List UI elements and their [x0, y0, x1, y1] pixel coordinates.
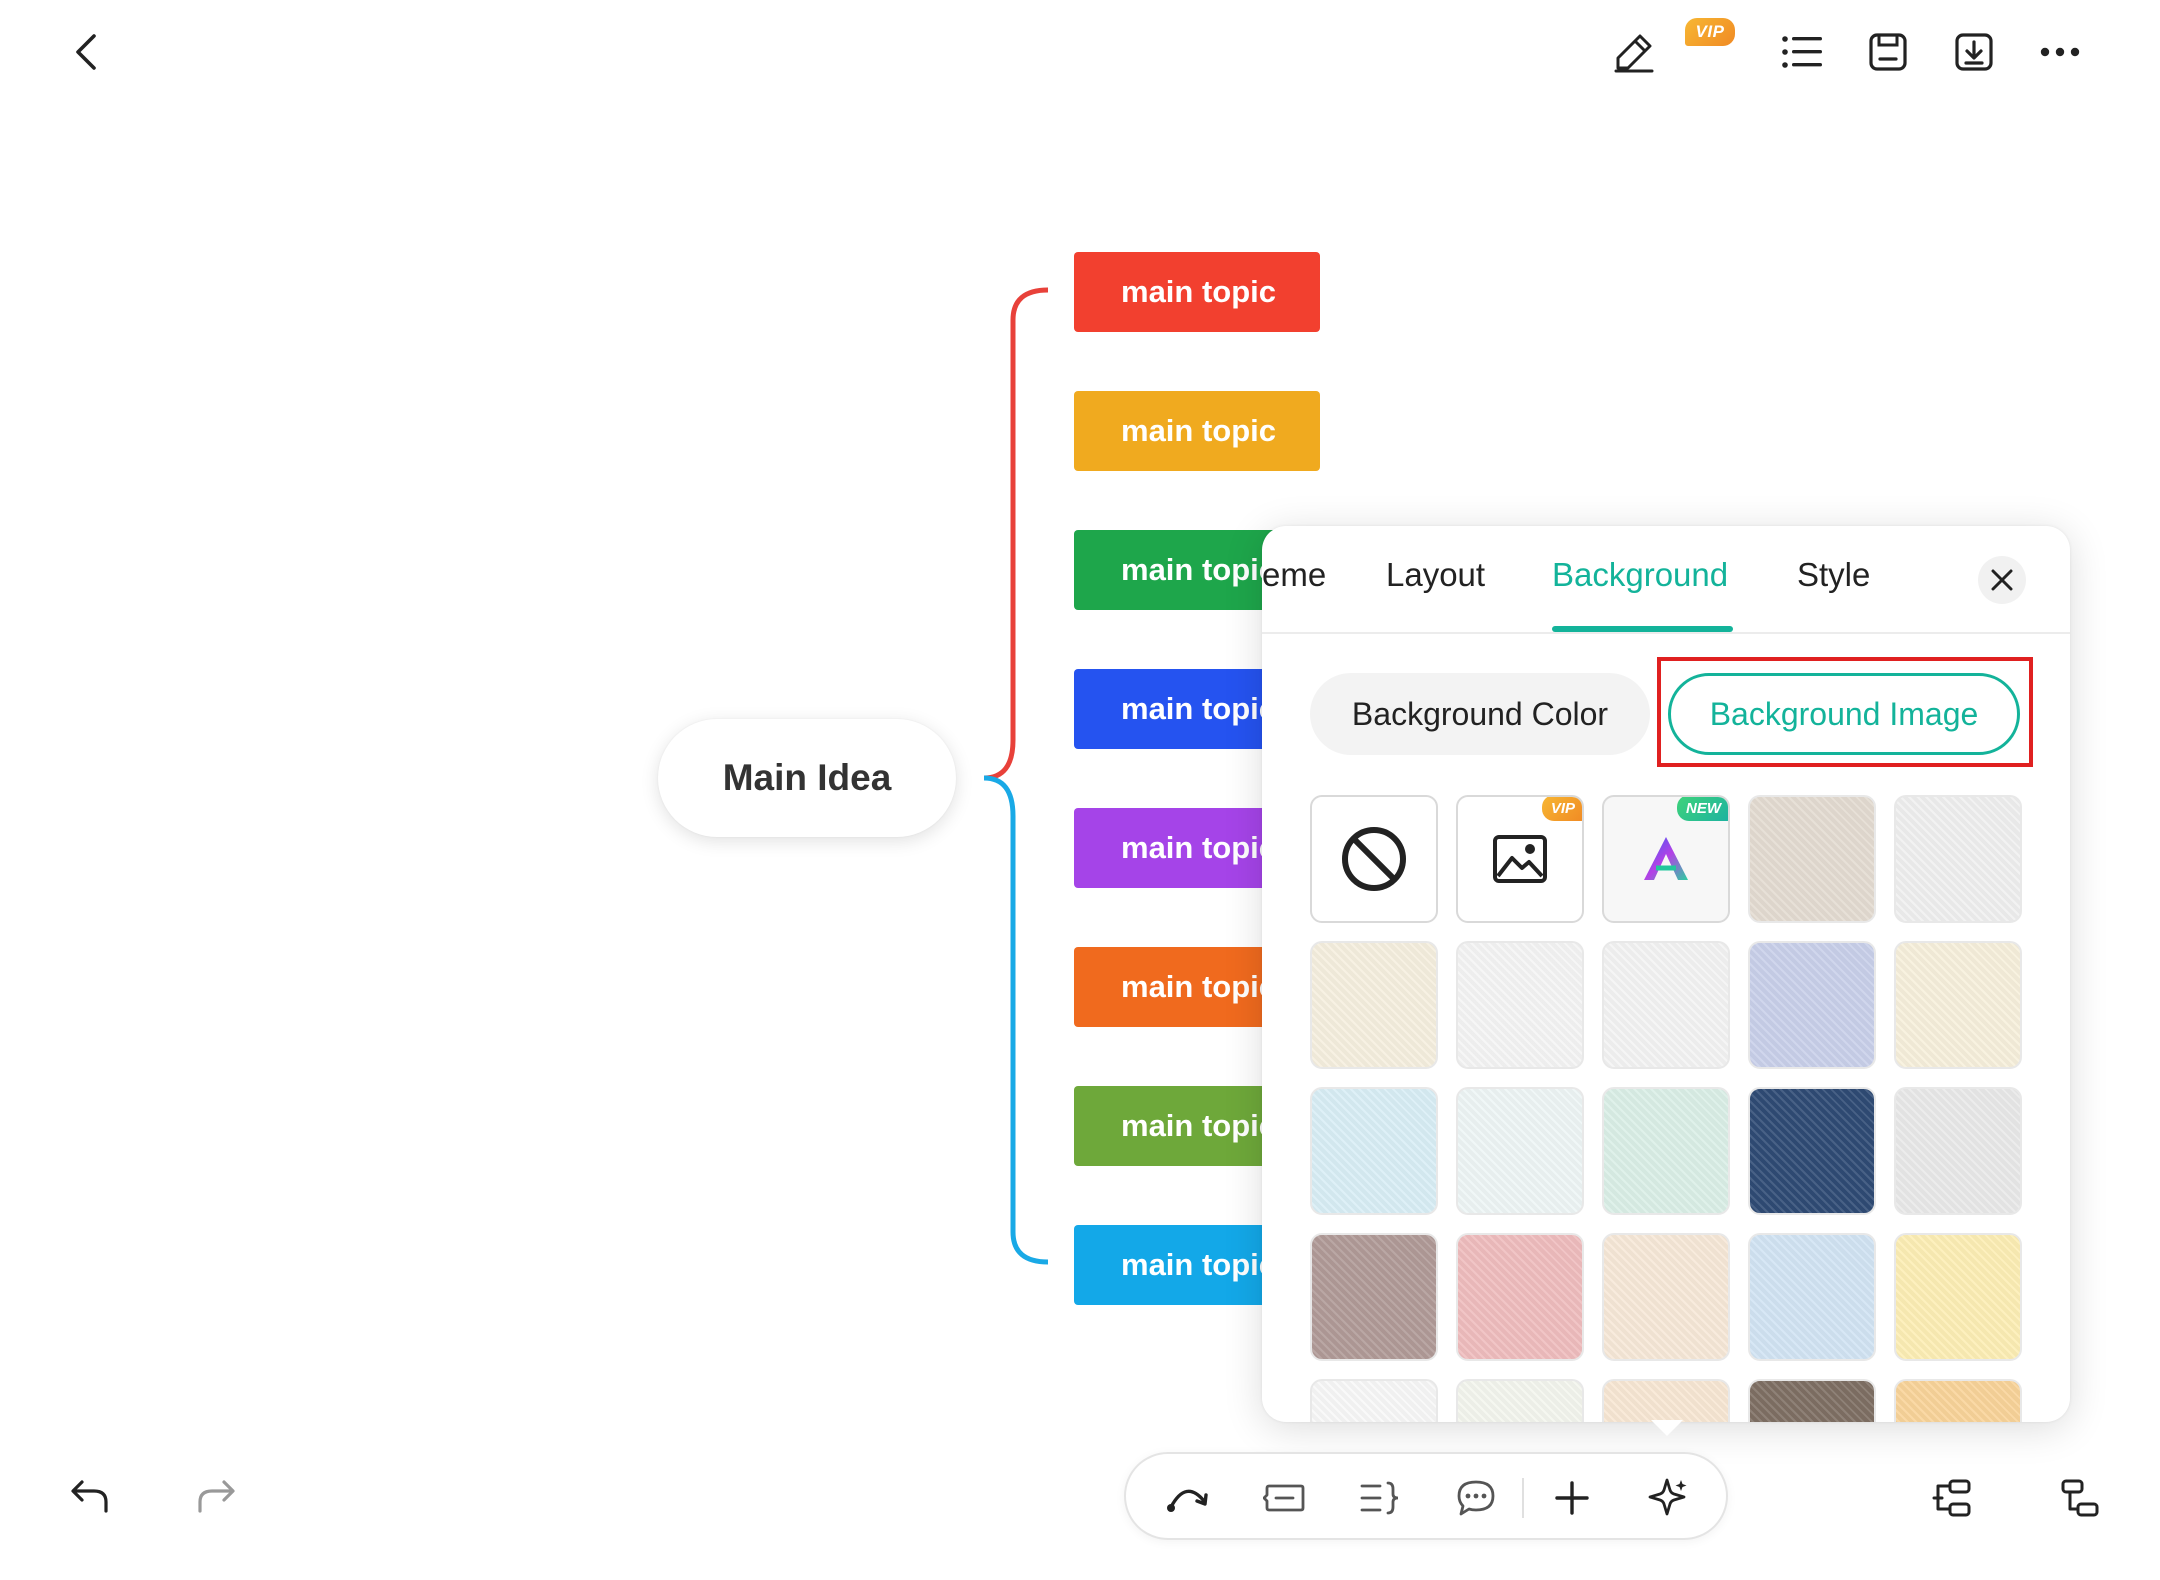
outline-button[interactable] — [1774, 24, 1830, 80]
vip-badge: VIP — [1685, 18, 1735, 46]
background-texture-tile[interactable] — [1602, 1233, 1730, 1361]
background-texture-tile[interactable] — [1456, 1087, 1584, 1215]
tab-style[interactable]: Style — [1797, 556, 1870, 594]
panel-pointer — [1651, 1420, 1683, 1436]
layout-right-button[interactable] — [2052, 1470, 2108, 1526]
redo-icon — [198, 1480, 235, 1513]
background-texture-tile[interactable] — [1748, 795, 1876, 923]
pen-button[interactable] — [1606, 24, 1662, 80]
outline-list-icon — [1782, 36, 1822, 68]
background-texture-tile[interactable] — [1894, 1087, 2022, 1215]
panel-tabs: eme Layout Background Style — [1262, 526, 2070, 634]
background-texture-tile[interactable] — [1602, 941, 1730, 1069]
background-texture-tile[interactable] — [1602, 1087, 1730, 1215]
top-bar: VIP — [0, 0, 2160, 100]
background-texture-tile[interactable] — [1456, 1233, 1584, 1361]
layout-left-button[interactable] — [1924, 1470, 1980, 1526]
ai-sparkle-icon — [1648, 1478, 1687, 1516]
lower-branch-line — [983, 775, 1049, 1265]
background-texture-tile[interactable] — [1310, 1087, 1438, 1215]
tab-background[interactable]: Background — [1552, 556, 1728, 594]
image-icon — [1493, 835, 1547, 883]
ai-background-tile[interactable]: NEW — [1602, 795, 1730, 923]
summary-icon — [1360, 1481, 1399, 1515]
callout-icon — [1263, 1484, 1305, 1512]
more-icon — [2040, 47, 2080, 57]
tab-theme[interactable]: eme — [1262, 556, 1326, 594]
background-texture-tile[interactable] — [1310, 1379, 1438, 1422]
background-texture-tile[interactable] — [1748, 1233, 1876, 1361]
bottom-toolbar — [1124, 1452, 1728, 1540]
callout-button[interactable] — [1256, 1470, 1312, 1526]
back-button[interactable] — [62, 26, 114, 78]
ai-logo-icon — [1644, 837, 1688, 880]
export-button[interactable] — [1946, 24, 2002, 80]
background-texture-tile[interactable] — [1894, 795, 2022, 923]
background-color-toggle[interactable]: Background Color — [1310, 673, 1650, 755]
tab-layout[interactable]: Layout — [1386, 556, 1485, 594]
save-button[interactable] — [1860, 24, 1916, 80]
relationship-icon — [1167, 1489, 1208, 1512]
toolbar-divider — [1522, 1478, 1524, 1518]
layout-right-icon — [2061, 1479, 2099, 1517]
more-button[interactable] — [2032, 24, 2088, 80]
background-texture-tile[interactable] — [1456, 941, 1584, 1069]
background-texture-tile[interactable] — [1748, 1087, 1876, 1215]
redo-button[interactable] — [190, 1470, 242, 1522]
summary-button[interactable] — [1352, 1470, 1408, 1526]
upper-branch-line — [983, 287, 1049, 781]
no-background-icon — [1342, 827, 1406, 891]
pencil-icon — [1614, 34, 1654, 73]
active-tab-indicator — [1552, 626, 1733, 632]
vip-badge: VIP — [1541, 797, 1582, 821]
close-icon — [1991, 569, 2013, 591]
background-texture-tile[interactable] — [1748, 1379, 1876, 1422]
highlight-annotation-box — [1657, 657, 2033, 767]
background-texture-tile[interactable] — [1894, 1233, 2022, 1361]
add-button[interactable] — [1544, 1470, 1600, 1526]
undo-icon — [71, 1480, 108, 1513]
add-icon — [1555, 1481, 1589, 1515]
main-topic-node[interactable]: main topic — [1074, 252, 1320, 332]
comment-button[interactable] — [1448, 1470, 1504, 1526]
background-texture-tile[interactable] — [1748, 941, 1876, 1069]
upload-image-tile[interactable]: VIP — [1456, 795, 1584, 923]
comment-icon — [1457, 1480, 1495, 1516]
no-background-tile[interactable] — [1310, 795, 1438, 923]
background-texture-tile[interactable] — [1310, 1233, 1438, 1361]
background-texture-tile[interactable] — [1310, 941, 1438, 1069]
background-texture-tile[interactable] — [1602, 1379, 1730, 1422]
ai-button[interactable] — [1640, 1470, 1696, 1526]
back-icon — [76, 34, 96, 70]
save-icon — [1869, 33, 1907, 71]
undo-button[interactable] — [64, 1470, 116, 1522]
layout-left-icon — [1932, 1479, 1971, 1517]
main-topic-node[interactable]: main topic — [1074, 391, 1320, 471]
background-texture-tile[interactable] — [1894, 941, 2022, 1069]
relationship-button[interactable] — [1160, 1470, 1216, 1526]
background-texture-tile[interactable] — [1456, 1379, 1584, 1422]
download-icon — [1955, 33, 1993, 71]
main-idea-node[interactable]: Main Idea — [658, 719, 956, 837]
theme-panel: eme Layout Background Style Background C… — [1262, 526, 2070, 1422]
new-badge: NEW — [1677, 797, 1728, 821]
close-button[interactable] — [1978, 556, 2026, 604]
background-texture-tile[interactable] — [1894, 1379, 2022, 1422]
